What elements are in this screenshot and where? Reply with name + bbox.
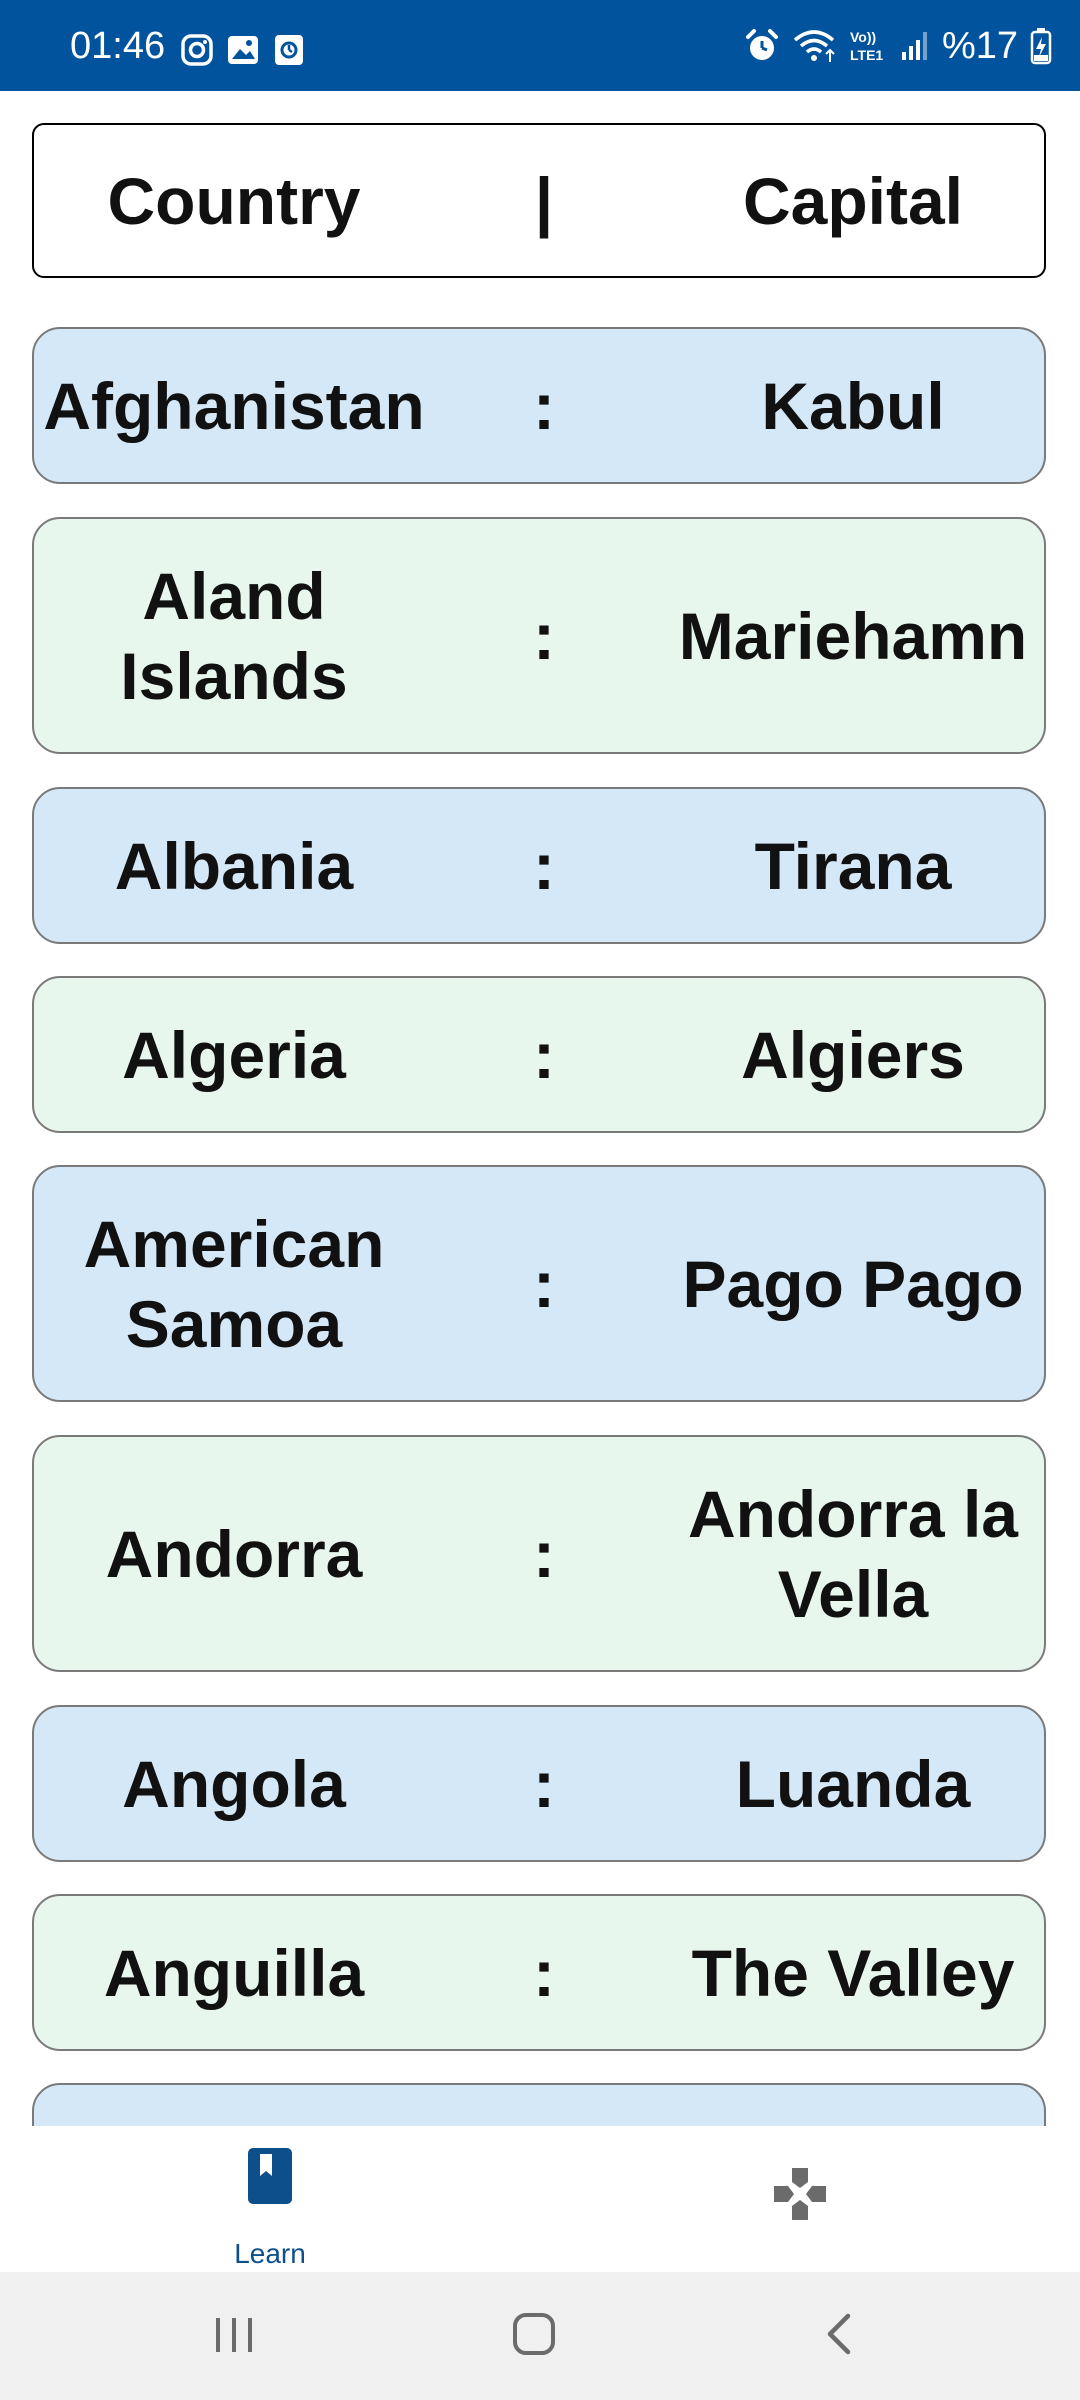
header-separator: | [534, 163, 554, 238]
capital-name: Luanda [735, 1746, 971, 1821]
row-separator: : [533, 1746, 555, 1821]
instagram-icon [181, 34, 213, 66]
system-navigation-bar [0, 2272, 1080, 2400]
nav-learn-label: Learn [234, 2238, 306, 2269]
svg-text:Vo)): Vo)) [850, 29, 876, 45]
country-name: Albania [114, 828, 354, 903]
country-capital-list[interactable]: Afghanistan : Kabul Aland Islands : Mari… [0, 300, 1080, 2126]
header-capital-label: Capital [742, 163, 964, 238]
home-icon[interactable] [510, 2306, 560, 2362]
list-item[interactable]: Andorra : Andorra la Vella [32, 1435, 1046, 1672]
row-separator: : [533, 598, 555, 673]
row-separator: : [533, 1935, 555, 2010]
country-name: Anguilla [103, 1935, 365, 2010]
row-separator: : [533, 1017, 555, 1092]
book-icon [248, 2148, 292, 2204]
alarm-icon [745, 29, 778, 60]
gallery-icon [228, 36, 258, 64]
country-name: Angola [122, 1746, 346, 1821]
row-separator: : [533, 368, 555, 443]
capital-name: The Valley [691, 1935, 1015, 2010]
country-name: Andorra [105, 1516, 363, 1591]
country-name: Algeria [122, 1017, 346, 1092]
back-icon[interactable] [818, 2306, 858, 2362]
capital-name: Algiers [741, 1017, 965, 1092]
row-separator: : [533, 828, 555, 903]
nav-game-tab[interactable] [770, 2164, 850, 2244]
row-separator: : [533, 1246, 555, 1321]
battery-percent: %17 [941, 25, 1018, 67]
recent-apps-icon[interactable] [212, 2306, 256, 2362]
capital-name: Tirana [754, 828, 952, 903]
bottom-navigation: Learn [0, 2126, 1080, 2272]
list-item[interactable]: Afghanistan : Kabul [32, 327, 1046, 484]
capital-name: Mariehamn [678, 598, 1028, 673]
screen-record-icon [275, 35, 303, 65]
header-country-label: Country [107, 163, 361, 238]
capital-name: Kabul [761, 368, 945, 443]
list-item[interactable]: Albania : Tirana [32, 787, 1046, 944]
country-name: Afghanistan [43, 368, 425, 443]
list-item[interactable]: American Samoa : Pago Pago [32, 1165, 1046, 1402]
list-item[interactable] [32, 2083, 1046, 2126]
gamepad-icon [774, 2168, 826, 2220]
volte-icon: Vo)) LTE1 [850, 29, 883, 63]
country-name: American Samoa [83, 1206, 385, 1361]
country-name: Aland Islands [120, 558, 348, 713]
list-item[interactable]: Anguilla : The Valley [32, 1894, 1046, 2051]
wifi-icon [793, 30, 835, 62]
capital-name: Andorra la Vella [687, 1476, 1019, 1631]
status-right-icons: Vo)) LTE1 %17 [744, 26, 1052, 66]
battery-charging-icon [1030, 28, 1052, 65]
list-item[interactable]: Aland Islands : Mariehamn [32, 517, 1046, 754]
list-item[interactable]: Angola : Luanda [32, 1705, 1046, 1862]
status-left-icons [180, 33, 306, 67]
list-item[interactable]: Algeria : Algiers [32, 976, 1046, 1133]
capital-name: Pago Pago [682, 1246, 1024, 1321]
signal-icon [901, 32, 927, 60]
nav-learn-tab[interactable]: Learn [170, 2148, 370, 2269]
status-bar: 01:46 Vo)) LTE1 %17 [0, 0, 1080, 91]
status-time: 01:46 [70, 25, 166, 67]
row-separator: : [533, 1516, 555, 1591]
table-header: Country | Capital [32, 123, 1046, 278]
svg-text:LTE1: LTE1 [850, 47, 883, 63]
